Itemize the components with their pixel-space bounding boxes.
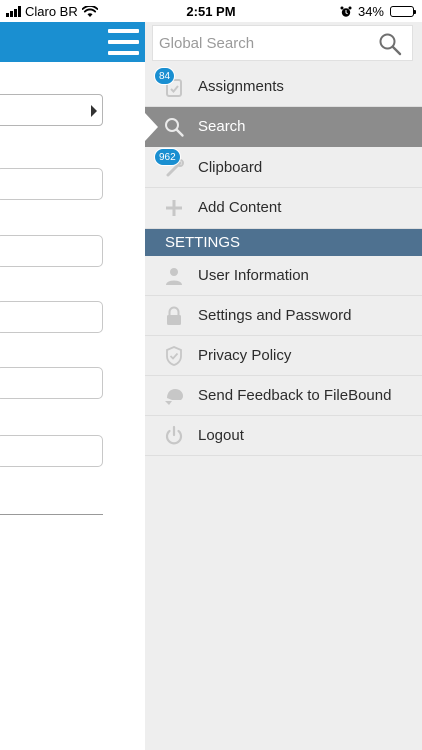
menu-label-add-content: Add Content [198, 199, 282, 216]
alarm-icon [340, 6, 352, 17]
form-field[interactable] [0, 367, 103, 399]
project-dropdown[interactable] [0, 94, 103, 126]
menu-item-logout[interactable]: Logout [145, 416, 422, 456]
menu-item-search[interactable]: Search [145, 107, 422, 147]
app-header [0, 22, 145, 62]
menu-label-logout: Logout [198, 427, 244, 444]
menu-item-send-feedback[interactable]: Send Feedback to FileBound [145, 376, 422, 416]
form-field[interactable] [0, 435, 103, 467]
menu-label-user-information: User Information [198, 267, 309, 284]
assignments-badge: 84 [154, 67, 176, 85]
battery-icon [390, 6, 416, 17]
clipboard-badge: 962 [154, 148, 181, 166]
form-field[interactable] [0, 235, 103, 267]
power-icon [165, 425, 183, 445]
menu-item-assignments[interactable]: 84 Assignments [145, 67, 422, 107]
menu-item-add-content[interactable]: Add Content [145, 188, 422, 229]
menu-item-clipboard[interactable]: 962 Clipboard [145, 147, 422, 188]
form-field[interactable] [0, 168, 103, 200]
menu-label-privacy-policy: Privacy Policy [198, 347, 292, 364]
menu-label-assignments: Assignments [198, 78, 284, 95]
global-search-box [152, 25, 413, 61]
divider [0, 514, 103, 515]
lock-icon [167, 306, 181, 325]
shield-icon [166, 346, 182, 366]
status-bar: Claro BR 2:51 PM 34% [0, 0, 422, 22]
feedback-icon [165, 389, 183, 405]
form-field[interactable] [0, 301, 103, 333]
search-icon [165, 118, 184, 137]
menu-label-clipboard: Clipboard [198, 159, 263, 176]
menu-item-settings-password[interactable]: Settings and Password [145, 296, 422, 336]
menu-label-settings-password: Settings and Password [198, 307, 352, 324]
user-icon [166, 268, 182, 285]
menu-label-search: Search [198, 118, 246, 135]
search-icon[interactable] [378, 32, 402, 56]
navigation-drawer: 84 Assignments Search 962 Clipboard Add … [145, 22, 422, 750]
plus-icon [166, 200, 182, 216]
settings-section-header: SETTINGS [145, 229, 422, 256]
active-indicator [145, 113, 158, 141]
hamburger-menu-icon[interactable] [108, 29, 139, 55]
menu-item-privacy-policy[interactable]: Privacy Policy [145, 336, 422, 376]
menu-item-user-information[interactable]: User Information [145, 256, 422, 296]
background-page [0, 22, 145, 750]
global-search-input[interactable] [159, 26, 369, 60]
menu-label-send-feedback: Send Feedback to FileBound [198, 387, 392, 404]
status-right: 34% [340, 4, 416, 19]
battery-percent: 34% [357, 4, 384, 19]
caret-right-icon [91, 105, 97, 117]
